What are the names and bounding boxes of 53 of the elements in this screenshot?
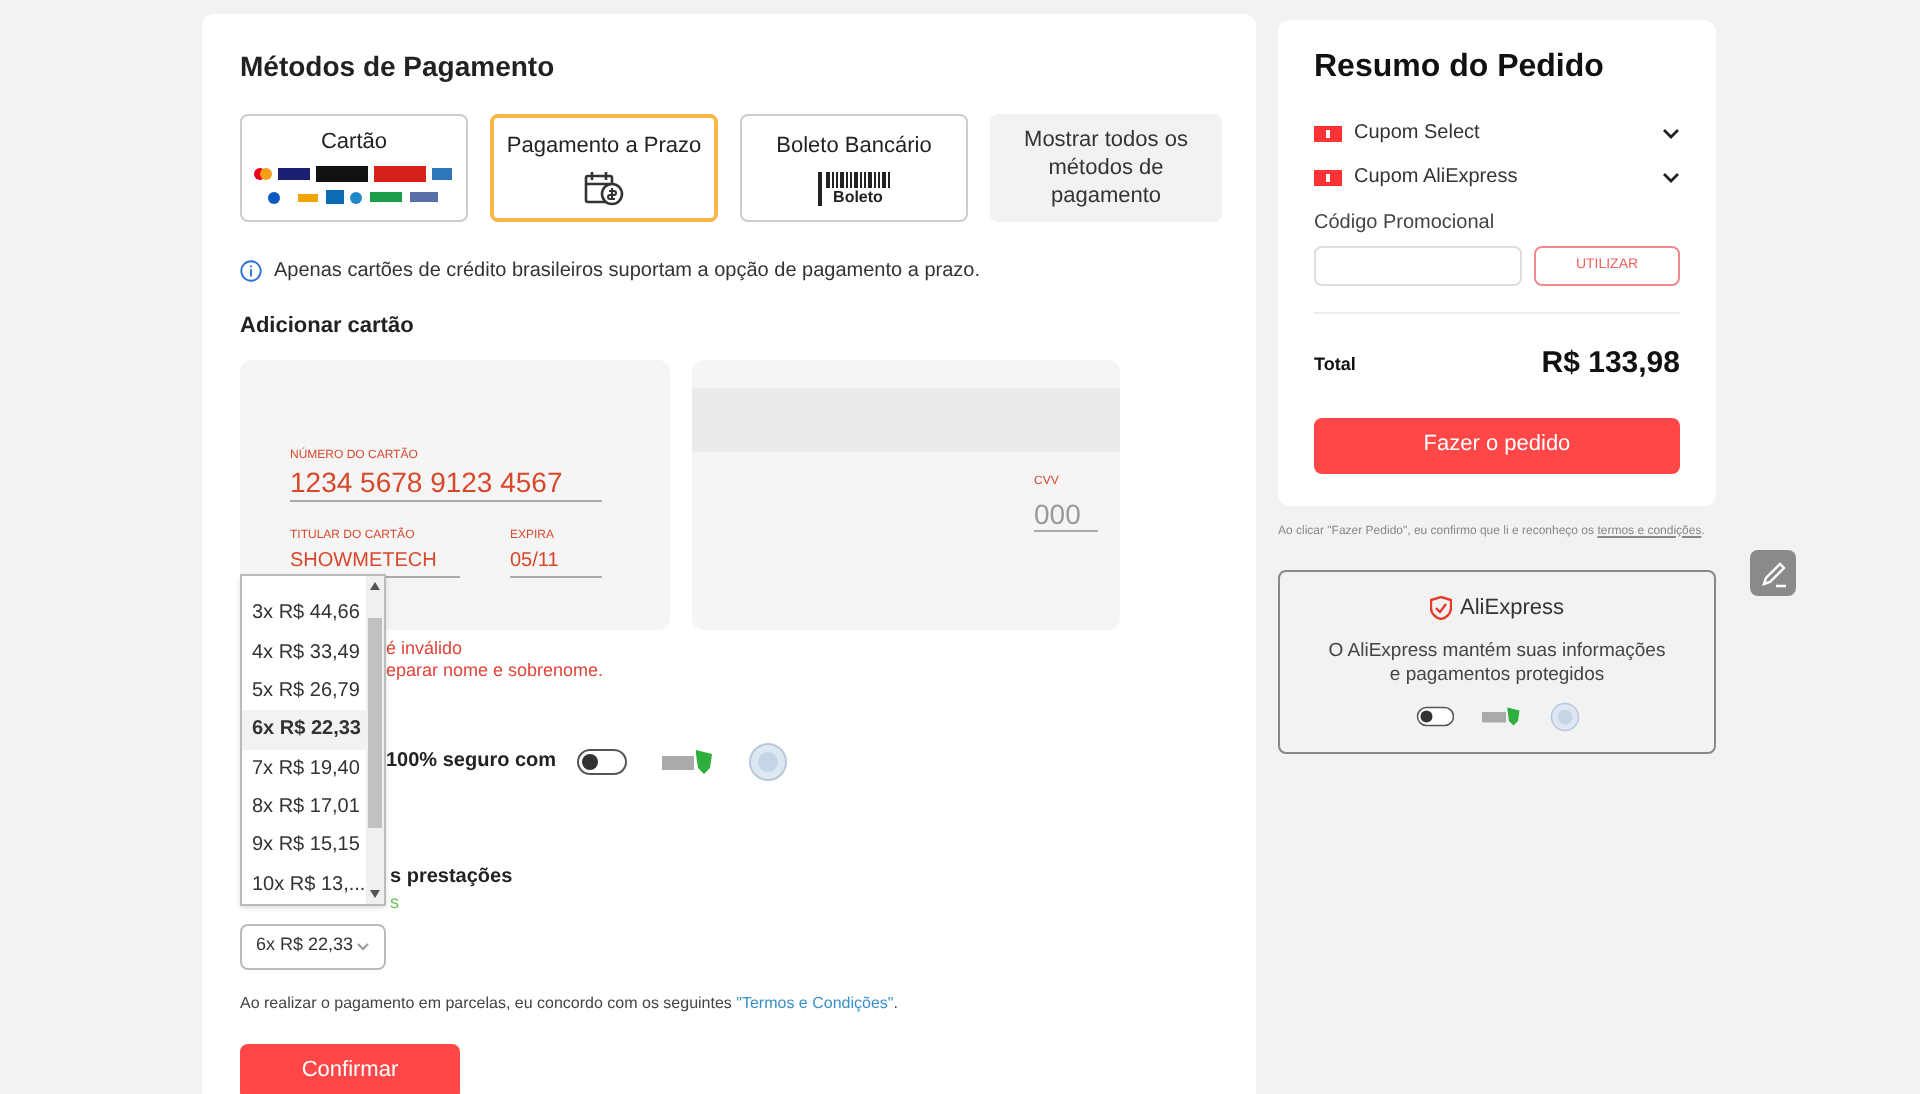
calendar-money-icon — [584, 170, 624, 207]
seal-icon — [576, 747, 629, 775]
brand-name: AliExpress — [1460, 593, 1564, 623]
installment-option[interactable]: 9x R$ 15,15 — [242, 826, 366, 866]
edit-button[interactable] — [1750, 550, 1796, 596]
installment-option[interactable]: 8x R$ 17,01 — [242, 787, 366, 827]
installment-option[interactable]: 7x R$ 19,40 — [242, 749, 366, 788]
subsection-title: Adicionar cartão — [240, 312, 416, 342]
card-number-field[interactable]: 1234 5678 9123 4567 — [290, 465, 602, 501]
installments-note: s — [390, 891, 399, 911]
installment-option[interactable]: 5x R$ 26,79 — [242, 671, 366, 711]
badge-seal-icon — [1549, 702, 1579, 732]
badge-seal-icon — [748, 741, 789, 781]
installment-option[interactable]: 3x R$ 44,66 — [242, 594, 366, 633]
seal-icon — [1415, 706, 1454, 728]
summary-title: Resumo do Pedido — [1314, 48, 1606, 88]
boleto-logo: Boleto — [818, 171, 890, 206]
installment-option[interactable]: 4x R$ 33,49 — [242, 632, 366, 672]
installment-select[interactable]: 6x R$ 22,33 — [240, 923, 386, 969]
coupon-row[interactable]: Cupom AliExpress — [1314, 162, 1680, 192]
installment-option[interactable]: 6x R$ 22,33 — [242, 710, 366, 749]
payment-method-tab[interactable]: Pagamento a Prazo — [490, 114, 718, 222]
section-title: Métodos de Pagamento — [240, 48, 557, 86]
shield-seal-icon — [662, 747, 715, 775]
installments-title: s prestações — [390, 863, 513, 891]
coupon-icon — [1314, 169, 1342, 185]
promo-label: Código Promocional — [1314, 210, 1497, 238]
shield-seal-icon — [1482, 706, 1521, 728]
chevron-down-icon — [356, 941, 370, 951]
error-text: é inválido — [386, 637, 463, 659]
terms-link[interactable]: "Termos e Condições" — [736, 993, 894, 1011]
promo-code-field[interactable] — [1314, 246, 1522, 286]
payment-method-tab[interactable]: Boleto Bancário Boleto — [740, 114, 968, 222]
pencil-icon — [1759, 559, 1787, 587]
scroll-up-icon — [370, 582, 380, 590]
info-text: Apenas cartões de crédito brasileiros suportam a opção de pagamento a prazo. — [274, 258, 980, 286]
scroll-thumb[interactable] — [368, 618, 382, 828]
info-icon — [240, 260, 262, 282]
cvv-field[interactable]: 000 — [1034, 497, 1098, 531]
terms-text: Ao realizar o pagamento em parcelas, eu concordo com os seguintes "Termos e Condições". — [240, 991, 900, 1015]
total-label: Total — [1314, 351, 1356, 377]
trust-text: O AliExpress mantém suas informações e pagamentos protegidos — [1326, 640, 1668, 688]
total-amount: R$ 133,98 — [1541, 344, 1680, 384]
scroll-down-icon — [370, 890, 380, 898]
coupon-icon — [1314, 125, 1342, 141]
shield-check-icon — [1430, 595, 1453, 620]
payment-method-tab[interactable]: Mostrar todos os métodos de pagamento — [990, 114, 1222, 222]
expiry-field[interactable]: 05/11 — [510, 545, 602, 577]
error-text: eparar nome e sobrenome. — [386, 659, 604, 681]
payment-method-tab[interactable]: Cartão — [240, 114, 468, 222]
secure-text: 100% seguro com — [386, 748, 557, 776]
installment-option[interactable]: 10x R$ 13,... — [242, 865, 366, 904]
coupon-row[interactable]: Cupom Select — [1314, 118, 1680, 148]
